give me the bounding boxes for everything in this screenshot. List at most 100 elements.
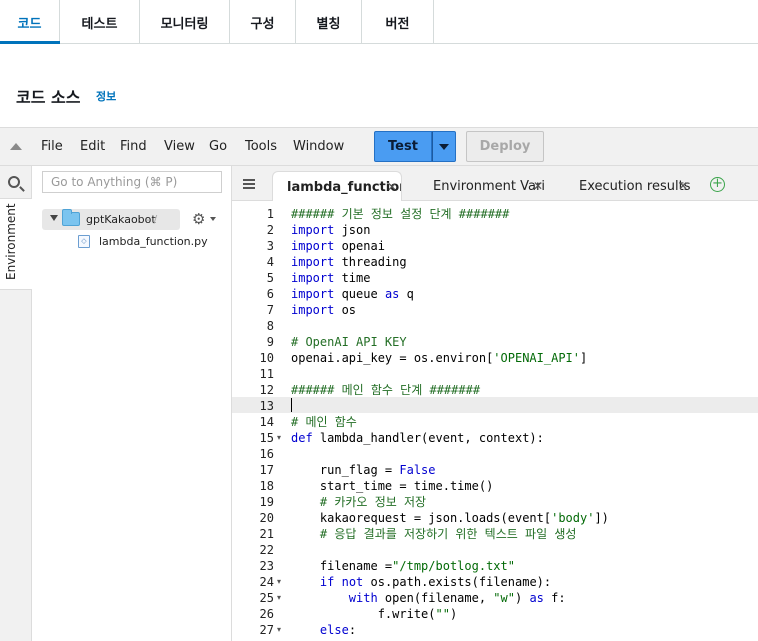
tab-configuration-label: 구성 [250, 16, 275, 32]
editor-tab-label: lambda_function [287, 180, 402, 195]
tab-configuration[interactable]: 구성 [230, 0, 296, 44]
line-number: 17 [259, 463, 274, 477]
gear-dropdown-icon[interactable] [210, 217, 216, 221]
line-number: 25 [259, 591, 274, 605]
code-line[interactable]: import queue as q [291, 286, 414, 302]
line-number: 23 [259, 559, 274, 573]
code-line[interactable]: filename ="/tmp/botlog.txt" [291, 558, 515, 574]
code-line[interactable]: import json [291, 222, 370, 238]
line-number: 13 [259, 399, 274, 413]
tab-versions-label: 버전 [385, 16, 410, 32]
environment-tab-label: Environment [4, 203, 18, 280]
line-number: 27 [259, 623, 274, 637]
code-line[interactable]: ###### 메인 함수 단계 ####### [291, 382, 480, 398]
code-line[interactable]: import time [291, 270, 370, 286]
code-line[interactable]: with open(filename, "w") as f: [291, 590, 566, 606]
close-icon[interactable]: ✕ [678, 179, 688, 193]
code-line[interactable]: def lambda_handler(event, context): [291, 430, 544, 446]
active-tab-underline [0, 41, 60, 44]
code-line[interactable]: start_time = time.time() [291, 478, 493, 494]
line-number: 18 [259, 479, 274, 493]
menu-find[interactable]: Find [120, 139, 147, 154]
line-number: 12 [259, 383, 274, 397]
tab-monitoring[interactable]: 모니터링 [140, 0, 230, 44]
line-number: 1 [266, 207, 274, 221]
line-number: 6 [266, 287, 274, 301]
test-dropdown-button[interactable] [432, 131, 456, 162]
code-line[interactable]: # 응답 결과를 저장하기 위한 텍스트 파일 생성 [291, 526, 577, 542]
line-number: 14 [259, 415, 274, 429]
tab-monitoring-label: 모니터링 [160, 16, 209, 32]
menu-tools[interactable]: Tools [245, 139, 277, 154]
code-line[interactable]: openai.api_key = os.environ['OPENAI_API'… [291, 350, 587, 366]
line-number: 15 [259, 431, 274, 445]
close-icon[interactable]: ✕ [533, 179, 543, 193]
menu-edit[interactable]: Edit [80, 139, 105, 154]
editor-tab-label: Environment Vari [433, 179, 545, 194]
line-number: 4 [266, 255, 274, 269]
gear-icon[interactable]: ⚙ [192, 210, 205, 228]
fold-arrow-icon[interactable]: ▾ [277, 574, 281, 590]
code-line[interactable]: # 메인 함수 [291, 414, 357, 430]
line-number: 5 [266, 271, 274, 285]
editor-tab-lambda-function[interactable]: lambda_function ✕ [272, 171, 402, 201]
test-button[interactable]: Test [374, 131, 432, 162]
line-number: 10 [259, 351, 274, 365]
code-line[interactable]: else: [291, 622, 356, 638]
search-icon[interactable] [8, 176, 20, 188]
line-number: 24 [259, 575, 274, 589]
menu-go[interactable]: Go [209, 139, 227, 154]
menu-view[interactable]: View [164, 139, 195, 154]
tab-code[interactable]: 코드 [0, 0, 60, 44]
code-line[interactable]: # 카카오 정보 저장 [291, 494, 426, 510]
top-tab-bar: 코드 테스트 모니터링 구성 별칭 버전 [0, 0, 758, 44]
editor-tab-execution-results[interactable]: Execution results ✕ [565, 171, 697, 201]
close-icon[interactable]: ✕ [387, 180, 397, 194]
code-line[interactable]: kakaorequest = json.loads(event['body']) [291, 510, 609, 526]
folder-path-suffix: - / [146, 213, 158, 226]
code-line[interactable]: import openai [291, 238, 385, 254]
line-number: 11 [259, 367, 274, 381]
deploy-button[interactable]: Deploy [466, 131, 544, 162]
info-link[interactable]: 정보 [96, 88, 116, 104]
python-file-icon: ◇ [78, 235, 90, 248]
code-line[interactable]: run_flag = False [291, 462, 436, 478]
line-number: 19 [259, 495, 274, 509]
editor-tab-environment-variables[interactable]: Environment Vari ✕ [419, 171, 549, 201]
code-line[interactable]: ###### 기본 정보 설정 단계 ####### [291, 206, 509, 222]
tab-code-label: 코드 [17, 16, 42, 32]
line-number: 21 [259, 527, 274, 541]
collapse-arrow-icon[interactable] [10, 143, 22, 150]
line-number: 9 [266, 335, 274, 349]
line-number: 22 [259, 543, 274, 557]
folder-icon [62, 209, 80, 226]
fold-arrow-icon[interactable]: ▾ [277, 430, 281, 446]
code-line[interactable]: f.write("") [291, 606, 458, 622]
file-item-lambda-function[interactable]: lambda_function.py [99, 235, 208, 248]
line-number: 7 [266, 303, 274, 317]
line-number: 26 [259, 607, 274, 621]
go-to-anything-input[interactable] [42, 171, 222, 193]
code-line[interactable]: import threading [291, 254, 407, 270]
code-line[interactable]: if not os.path.exists(filename): [291, 574, 551, 590]
line-number: 16 [259, 447, 274, 461]
line-number: 20 [259, 511, 274, 525]
tabs-menu-icon[interactable] [243, 179, 255, 189]
caret-down-icon [439, 144, 449, 150]
fold-arrow-icon[interactable]: ▾ [277, 622, 281, 638]
code-line[interactable]: import os [291, 302, 356, 318]
current-line-highlight [232, 397, 758, 413]
expand-arrow-icon[interactable] [50, 215, 58, 221]
tab-versions[interactable]: 버전 [362, 0, 434, 44]
fold-arrow-icon[interactable]: ▾ [277, 590, 281, 606]
tab-test-label: 테스트 [81, 16, 118, 32]
menu-file[interactable]: File [41, 139, 63, 154]
page-title: 코드 소스 [16, 88, 81, 107]
menu-window[interactable]: Window [293, 139, 344, 154]
ide-menu-bar: File Edit Find View Go Tools Window Test… [0, 127, 758, 166]
code-line[interactable]: # OpenAI API KEY [291, 334, 407, 350]
tab-aliases[interactable]: 별칭 [296, 0, 362, 44]
tab-test[interactable]: 테스트 [60, 0, 140, 44]
add-tab-icon[interactable]: + [710, 177, 725, 192]
line-number: 3 [266, 239, 274, 253]
